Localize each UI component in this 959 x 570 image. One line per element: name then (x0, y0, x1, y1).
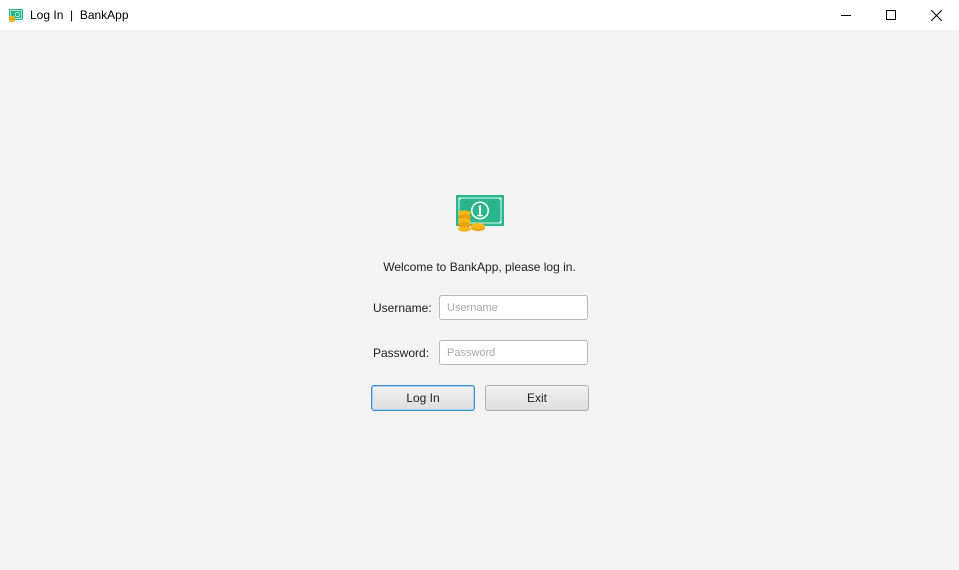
exit-button-label: Exit (526, 391, 547, 405)
bankapp-money-icon (8, 7, 24, 23)
password-input[interactable] (439, 340, 588, 365)
password-label: Password: (373, 346, 430, 360)
username-label: Username: (373, 301, 432, 315)
login-button-label: Log In (406, 391, 440, 405)
minimize-icon (841, 10, 851, 20)
maximize-button[interactable] (868, 0, 914, 30)
username-input[interactable] (439, 295, 588, 320)
close-button[interactable] (913, 0, 959, 30)
welcome-message: Welcome to BankApp, please log in. (383, 260, 576, 274)
title-bar[interactable]: Log In | BankApp (0, 0, 959, 30)
close-icon (930, 9, 942, 21)
window-title: Log In | BankApp (30, 8, 129, 22)
minimize-button[interactable] (823, 0, 869, 30)
maximize-icon (886, 10, 896, 20)
exit-button[interactable]: Exit (485, 385, 589, 411)
login-window: Log In | BankApp Welcome to BankApp, ple… (0, 0, 959, 570)
login-button[interactable]: Log In (371, 385, 475, 411)
cash-and-coins-icon (456, 195, 504, 235)
